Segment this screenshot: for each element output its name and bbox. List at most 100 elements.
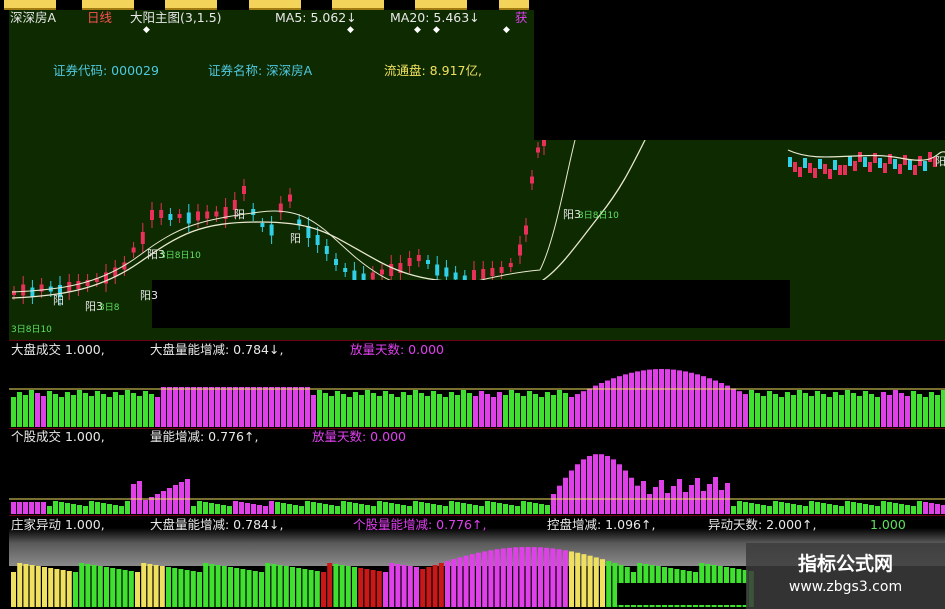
volume-bar xyxy=(551,395,556,427)
anomaly-bar xyxy=(184,570,190,607)
volume-bar xyxy=(185,387,190,427)
volume-bar xyxy=(767,391,772,427)
candle xyxy=(242,186,246,194)
anomaly-bar xyxy=(234,568,240,607)
volume-bar xyxy=(41,396,46,427)
security-name: 证券名称: 深深房A xyxy=(208,63,313,78)
volume-bar xyxy=(587,388,592,427)
volume-bar xyxy=(317,503,322,514)
candle xyxy=(159,210,164,218)
volume-bar xyxy=(197,501,202,514)
volume-bar xyxy=(671,486,676,514)
candle xyxy=(908,160,912,170)
volume-bar xyxy=(797,505,802,514)
anomaly-bar xyxy=(172,568,178,607)
panel3-label-3: 放量天数: 0.000 xyxy=(312,429,406,444)
volume-bar xyxy=(383,502,388,514)
volume-bar xyxy=(899,393,904,427)
period-label[interactable]: 日线 xyxy=(87,11,112,25)
volume-bar xyxy=(197,387,202,427)
anomaly-bar xyxy=(259,572,264,607)
volume-bar xyxy=(815,502,820,514)
candle xyxy=(788,157,792,167)
volume-bar xyxy=(275,502,280,514)
volume-bar xyxy=(893,390,898,427)
volume-bar xyxy=(797,390,802,427)
volume-bar xyxy=(161,491,166,514)
volume-bar xyxy=(485,501,490,514)
candle xyxy=(21,284,26,296)
volume-bar xyxy=(671,369,676,427)
volume-bar xyxy=(479,506,484,514)
volume-bar xyxy=(257,505,262,514)
volume-bar xyxy=(425,503,430,514)
candle xyxy=(315,235,320,245)
marker-icon: ◆ xyxy=(503,25,510,35)
volume-bar xyxy=(815,391,820,427)
panel4-label-3: 个股量能增减: 0.776↑, xyxy=(353,517,487,532)
volume-bar xyxy=(179,482,184,514)
anomaly-bar xyxy=(23,564,29,607)
volume-bar xyxy=(287,504,292,514)
anomaly-bar xyxy=(593,557,599,607)
volume-bar xyxy=(713,477,718,514)
anomaly-bar xyxy=(178,569,184,607)
candle xyxy=(813,168,817,178)
volume-bar xyxy=(803,393,808,427)
volume-bar xyxy=(773,394,778,427)
volume-bar xyxy=(875,506,880,514)
volume-bar xyxy=(899,504,904,514)
candle xyxy=(214,211,219,217)
volume-bar xyxy=(95,391,100,427)
candle-label: 阳3 xyxy=(140,289,158,302)
volume-bar xyxy=(923,502,928,514)
volume-bar xyxy=(593,454,598,514)
anomaly-bar xyxy=(104,567,109,607)
anomaly-bar xyxy=(122,570,128,607)
anomaly-bar xyxy=(283,566,289,607)
volume-bar xyxy=(431,504,436,514)
volume-bar xyxy=(71,504,76,514)
volume-bar xyxy=(497,392,502,427)
anomaly-bar xyxy=(538,547,543,607)
candle xyxy=(530,176,534,184)
candle xyxy=(883,163,887,173)
candle xyxy=(888,154,892,164)
volume-bar xyxy=(821,503,826,514)
volume-bar xyxy=(299,506,304,514)
anomaly-bar xyxy=(445,561,450,607)
anomaly-bar xyxy=(11,572,16,607)
volume-bar xyxy=(311,502,316,514)
anomaly-bar xyxy=(426,566,432,607)
volume-bar xyxy=(335,506,340,514)
volume-bar xyxy=(29,502,34,514)
ma20-value: MA20: 5.463↓ xyxy=(390,10,480,25)
volume-bar xyxy=(533,503,538,514)
anomaly-bar xyxy=(190,571,196,607)
anomaly-bar xyxy=(600,559,605,607)
volume-bar xyxy=(245,387,250,427)
volume-bar xyxy=(605,380,610,427)
stock-name: 深深房A xyxy=(10,10,57,25)
volume-bar xyxy=(509,390,514,427)
volume-bar xyxy=(821,394,826,427)
volume-bar xyxy=(665,493,670,514)
anomaly-bar xyxy=(277,565,283,607)
security-code: 证券代码: 000029 xyxy=(53,63,159,78)
candle xyxy=(898,164,902,174)
volume-bar xyxy=(869,394,874,427)
anomaly-bar xyxy=(370,570,376,607)
volume-bar xyxy=(779,397,784,427)
volume-bar xyxy=(833,505,838,514)
anomaly-bar xyxy=(42,567,47,607)
candle xyxy=(435,264,440,276)
anomaly-bar xyxy=(395,564,401,607)
volume-bar xyxy=(755,504,760,514)
candle xyxy=(297,219,302,225)
volume-bar xyxy=(377,396,382,427)
volume-bar xyxy=(401,392,406,427)
candle xyxy=(140,232,145,244)
anomaly-bar xyxy=(228,567,233,607)
volume-bar xyxy=(941,505,945,514)
volume-bar xyxy=(419,502,424,514)
